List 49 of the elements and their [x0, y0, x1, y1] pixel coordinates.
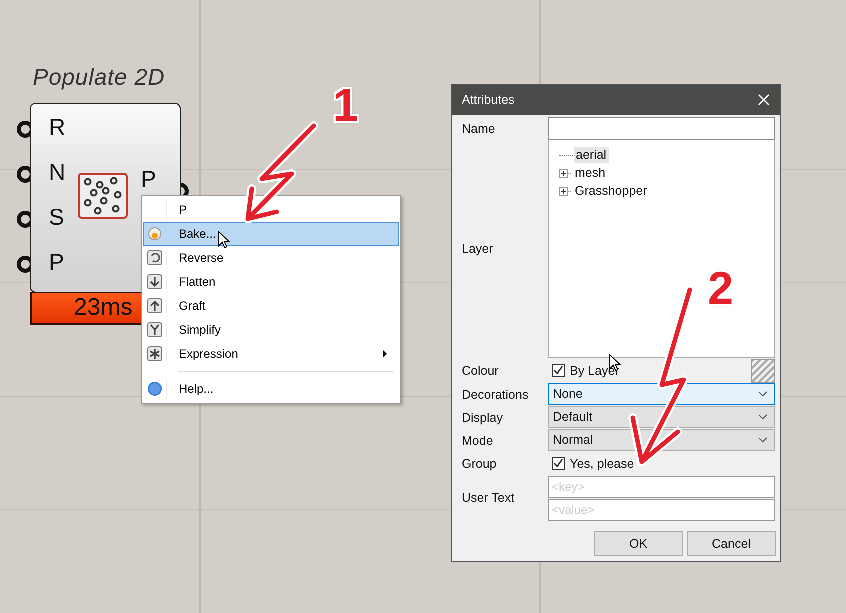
checkbox-label: Yes, please [570, 456, 634, 470]
dropdown[interactable]: Default [548, 406, 775, 428]
help-icon [147, 381, 163, 397]
chevron-icon [758, 391, 768, 397]
component-title: Populate 2D [33, 64, 166, 91]
reverse-icon [147, 250, 163, 266]
menu-item[interactable]: Bake... [143, 222, 399, 246]
input-label: S [49, 203, 64, 232]
output-label: P [141, 166, 156, 192]
menu-item[interactable]: Expression [143, 342, 399, 366]
expand-icon [559, 168, 571, 178]
submenu-arrow-icon [382, 350, 388, 358]
field-label: Name [462, 122, 496, 136]
input-label: N [49, 158, 66, 187]
up-arrow-icon [147, 298, 163, 314]
colour-swatch[interactable] [751, 358, 775, 382]
checkbox[interactable] [552, 364, 565, 377]
chevron-icon [758, 437, 768, 443]
points-icon [78, 173, 128, 219]
funnel-icon [147, 322, 163, 338]
step-number: 2 [708, 265, 734, 311]
tree-item[interactable]: Grasshopper [573, 183, 650, 199]
tree-item[interactable]: mesh [573, 165, 608, 181]
input-label: R [49, 113, 66, 142]
field-label: Display [462, 410, 504, 424]
checkbox-label: By Layer [570, 364, 620, 378]
mouse-cursor-icon [218, 231, 231, 250]
step-number: 1 [333, 82, 359, 128]
input-label: P [49, 248, 64, 277]
bake-icon [147, 226, 163, 242]
field-label: Group [462, 456, 498, 470]
field-label: User Text [462, 491, 516, 505]
tree-item[interactable]: aerial [574, 147, 609, 163]
checkbox[interactable] [552, 457, 565, 470]
field-label: Mode [462, 434, 494, 448]
expand-icon [559, 186, 571, 196]
close-icon[interactable] [758, 94, 770, 106]
cancel-button[interactable]: Cancel [687, 531, 776, 556]
ok-button[interactable]: OK [594, 531, 683, 556]
field-label: Layer [462, 242, 494, 256]
menu-item[interactable]: Help... [143, 377, 399, 401]
window-title: Attributes [462, 93, 515, 107]
asterisk-icon [147, 346, 163, 362]
dropdown[interactable]: None [548, 383, 775, 405]
down-arrow-icon [147, 274, 163, 290]
chevron-icon [758, 414, 768, 420]
name-field[interactable] [548, 117, 775, 140]
field-label: Colour [462, 364, 500, 378]
field-label: Decorations [462, 388, 530, 402]
